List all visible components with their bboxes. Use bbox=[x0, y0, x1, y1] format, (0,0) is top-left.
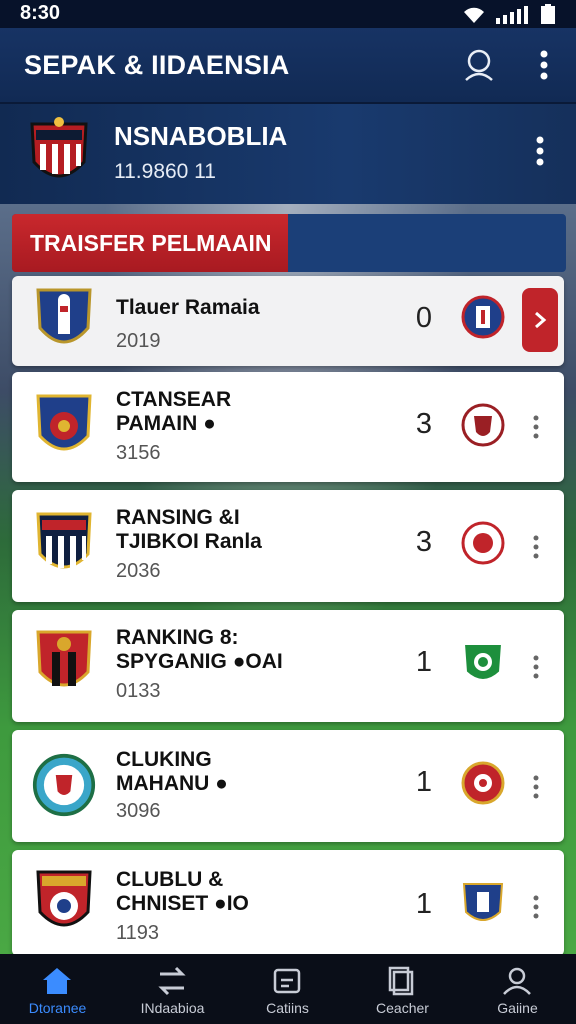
transfer-year: 2036 bbox=[116, 560, 161, 582]
opponent-crest-icon bbox=[461, 403, 505, 447]
transfer-year: 3156 bbox=[116, 442, 161, 464]
transfer-name: CLUKING MAHANU ● bbox=[116, 748, 228, 795]
transfer-year: 0133 bbox=[116, 680, 161, 702]
opponent-crest-icon bbox=[462, 643, 504, 681]
status-time: 8:30 bbox=[20, 2, 61, 24]
club-crest-icon bbox=[36, 870, 92, 927]
team-crest-icon bbox=[30, 117, 88, 178]
transfer-score: 3 bbox=[415, 408, 433, 440]
opponent-crest-icon bbox=[461, 295, 505, 339]
nav-item-profile[interactable]: Gaiine bbox=[460, 954, 575, 1024]
transfer-name: CTANSEAR PAMAIN ● bbox=[116, 388, 232, 435]
more-vert-icon[interactable] bbox=[538, 48, 550, 82]
row-more-icon[interactable] bbox=[532, 534, 540, 560]
club-crest-icon bbox=[36, 512, 92, 569]
bottom-nav: Dtoranee INdaabioa Catiins Ceacher Gaiin… bbox=[0, 954, 576, 1024]
team-header: NSNABOBLIA 11.9860 11 bbox=[0, 104, 576, 204]
transfer-name: RANSING &I TJIBKOI Ranla bbox=[116, 506, 262, 553]
opponent-crest-icon bbox=[461, 521, 505, 565]
opponent-crest-icon bbox=[462, 883, 504, 921]
transfer-year: 2019 bbox=[116, 330, 161, 352]
status-bar: 8:30 bbox=[0, 0, 576, 28]
status-icons bbox=[462, 4, 556, 24]
app-title: SEPAK & IIDAENSIA bbox=[24, 50, 290, 80]
nav-label: Catiins bbox=[266, 1000, 309, 1016]
team-subtitle: 11.9860 11 bbox=[114, 160, 216, 183]
transfer-score: 3 bbox=[415, 526, 433, 558]
calendar-icon bbox=[273, 968, 301, 994]
transfer-row[interactable]: RANSING &I TJIBKOI Ranla 2036 3 bbox=[12, 490, 564, 602]
club-crest-icon bbox=[36, 288, 92, 344]
club-crest-icon bbox=[36, 394, 92, 451]
nav-item-coach[interactable]: Ceacher bbox=[345, 954, 460, 1024]
nav-item-home[interactable]: Dtoranee bbox=[0, 954, 115, 1024]
team-more-icon[interactable] bbox=[534, 134, 546, 168]
wifi-icon bbox=[464, 7, 484, 23]
row-more-icon[interactable] bbox=[532, 654, 540, 680]
opponent-crest-icon bbox=[461, 761, 505, 805]
nav-label: Dtoranee bbox=[28, 1000, 87, 1016]
nav-item-transfers[interactable]: INdaabioa bbox=[115, 954, 230, 1024]
transfer-row[interactable]: RANKING 8: SPYGANIG ●OAI 0133 1 bbox=[12, 610, 564, 722]
section-tab[interactable]: TRAISFER PELMAAIN bbox=[12, 214, 566, 272]
transfer-score: 1 bbox=[415, 766, 433, 798]
club-crest-icon bbox=[32, 753, 96, 817]
section-label: TRAISFER PELMAAIN bbox=[30, 230, 272, 256]
transfer-score: 1 bbox=[415, 888, 433, 920]
transfer-name: RANKING 8: SPYGANIG ●OAI bbox=[116, 626, 283, 673]
row-more-icon[interactable] bbox=[532, 894, 540, 920]
nav-label: Ceacher bbox=[376, 1000, 429, 1016]
transfer-row[interactable]: Tlauer Ramaia 2019 0 bbox=[12, 276, 564, 366]
nav-label: Gaiine bbox=[497, 1000, 538, 1016]
app-bar: SEPAK & IIDAENSIA bbox=[0, 28, 576, 104]
transfer-score: 1 bbox=[415, 646, 433, 678]
club-crest-icon bbox=[36, 630, 92, 687]
transfer-name: CLUBLU & CHNISET ●IO bbox=[116, 868, 249, 915]
transfer-row[interactable]: CLUBLU & CHNISET ●IO 1193 1 bbox=[12, 850, 564, 956]
transfer-year: 1193 bbox=[116, 922, 160, 944]
transfer-row[interactable]: CLUKING MAHANU ● 3096 1 bbox=[12, 730, 564, 842]
transfer-year: 3096 bbox=[116, 800, 161, 822]
transfer-row[interactable]: CTANSEAR PAMAIN ● 3156 3 bbox=[12, 372, 564, 482]
transfer-score: 0 bbox=[415, 302, 433, 334]
user-icon bbox=[503, 967, 531, 995]
battery-icon bbox=[541, 4, 555, 24]
row-more-icon[interactable] bbox=[532, 774, 540, 800]
search-icon[interactable] bbox=[462, 48, 496, 82]
transfer-name: Tlauer Ramaia bbox=[116, 296, 260, 319]
open-transfer-button[interactable] bbox=[522, 288, 558, 352]
chevron-right-icon bbox=[535, 311, 547, 329]
row-more-icon[interactable] bbox=[532, 414, 540, 440]
transfer-arrows-icon bbox=[158, 966, 186, 996]
nav-label: INdaabioa bbox=[140, 1000, 205, 1016]
home-icon bbox=[43, 968, 71, 994]
signal-icon bbox=[496, 6, 528, 24]
team-name: NSNABOBLIA bbox=[114, 121, 288, 151]
nav-item-matches[interactable]: Catiins bbox=[230, 954, 345, 1024]
clipboard-icon bbox=[388, 966, 414, 996]
